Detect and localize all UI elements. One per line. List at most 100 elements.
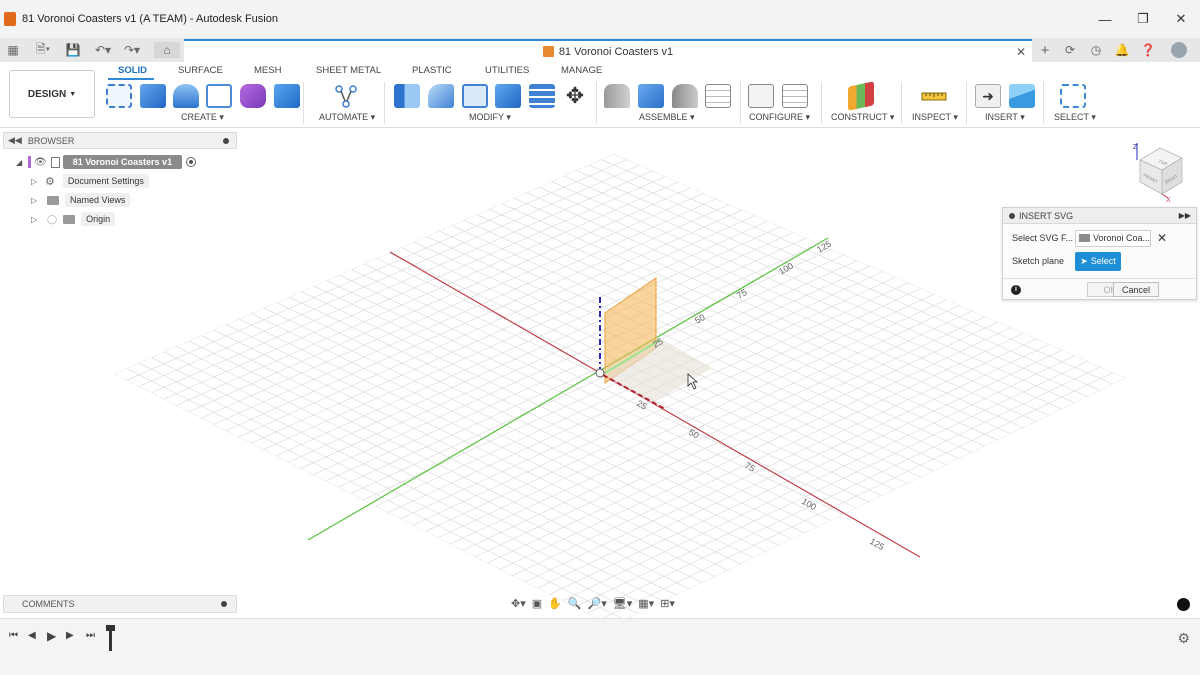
move-icon[interactable]: ✥ [562,83,588,108]
browser-root-item[interactable]: ◢ 👁 81 Voronoi Coasters v1 [16,154,197,170]
joint-icon[interactable] [638,84,664,108]
group-construct[interactable]: CONSTRUCT ▾ [831,112,894,123]
form-icon[interactable] [240,84,266,108]
sweep-icon[interactable] [206,84,232,108]
zoom-icon[interactable]: 🔍 [568,596,582,610]
user-avatar[interactable] [1170,42,1188,58]
origin-point[interactable] [595,368,605,378]
clear-file-icon[interactable]: ✕ [1157,231,1167,245]
new-component-icon[interactable] [604,84,630,108]
viewports-icon[interactable]: ⊞▾ [660,596,675,610]
orbit-icon[interactable]: ✥▾ [511,596,526,610]
tab-mesh[interactable]: MESH [254,65,281,76]
automate-icon[interactable] [333,84,359,108]
create-sketch-icon[interactable] [106,84,132,108]
expand-dialog-icon[interactable]: ▶▶ [1179,211,1191,220]
cancel-button[interactable]: Cancel [1113,282,1159,297]
browser-item-origin[interactable]: ▷ ◯ Origin [31,211,116,227]
tab-surface[interactable]: SURFACE [178,65,223,76]
group-configure[interactable]: CONFIGURE ▾ [749,112,810,123]
3d-viewport[interactable]: 125 100 75 50 25 25 50 75 100 125 [0,128,1200,626]
activate-radio-icon[interactable] [186,157,197,167]
dialog-pin-icon[interactable] [1009,212,1015,219]
comments-pin-icon[interactable] [221,601,227,607]
timeline-settings-gear-icon[interactable]: ⚙ [1177,630,1190,647]
info-icon[interactable]: i [1011,284,1021,295]
group-assemble[interactable]: ASSEMBLE ▾ [639,112,695,123]
view-cube[interactable]: TOP FRONT RIGHT Z X [1130,140,1190,204]
file-menu-icon[interactable]: 🗎▾ [32,42,54,58]
box-icon[interactable] [274,84,300,108]
expand-triangle-icon[interactable]: ▷ [31,196,41,205]
close-icon[interactable]: ✕ [1016,45,1026,59]
go-to-end-icon[interactable]: ⏭ [86,630,95,641]
group-create[interactable]: CREATE ▾ [181,112,224,123]
eye-hidden-icon[interactable]: ◯ [47,214,57,225]
workspace-switcher[interactable]: DESIGN ▼ [9,70,95,118]
bill-of-materials-icon[interactable] [705,84,731,108]
svg-file-field[interactable]: Voronoi Coa... [1075,229,1151,247]
undo-icon[interactable]: ↶▾ [92,42,114,58]
camera-icon[interactable] [1177,598,1190,611]
as-built-joint-icon[interactable] [672,84,698,108]
play-icon[interactable]: ▶ [47,629,56,643]
help-icon[interactable]: ❓ [1140,42,1156,58]
group-insert[interactable]: INSERT ▾ [985,112,1025,123]
insert-derive-icon[interactable]: ➜ [975,84,1001,108]
viewport-canvas[interactable]: 125 100 75 50 25 25 50 75 100 125 [0,128,1200,626]
redo-icon[interactable]: ↷▾ [121,42,143,58]
split-body-icon[interactable] [529,84,555,108]
close-window-icon[interactable]: ✕ [1162,0,1200,38]
expand-triangle-icon[interactable]: ▷ [31,177,41,186]
fillet-icon[interactable] [428,84,454,108]
tab-plastic[interactable]: PLASTIC [412,65,452,76]
window-select-icon[interactable] [1060,84,1086,108]
go-to-start-icon[interactable]: ⏮ [9,630,18,641]
grid-settings-icon[interactable]: ▦▾ [638,596,654,610]
expand-triangle-icon[interactable]: ▷ [31,215,41,224]
shell-icon[interactable] [462,84,488,108]
tab-utilities[interactable]: UTILITIES [485,65,529,76]
browser-pin-icon[interactable] [223,137,229,144]
insert-canvas-icon[interactable] [1009,84,1035,108]
browser-item-document-settings[interactable]: ▷ ⚙ Document Settings [31,173,149,189]
select-plane-button[interactable]: ➤ Select [1075,251,1121,271]
document-tab[interactable]: 81 Voronoi Coasters v1 ✕ [184,39,1032,62]
eye-visibility-icon[interactable]: 👁 [34,157,47,168]
step-forward-icon[interactable]: ▶ [66,630,74,641]
comments-panel[interactable]: COMMENTS [3,595,237,613]
browser-item-named-views[interactable]: ▷ Named Views [31,192,131,208]
new-tab-plus-icon[interactable]: + [1036,42,1054,59]
tab-sheet-metal[interactable]: SHEET METAL [316,65,381,76]
measure-icon[interactable] [921,84,947,108]
extrude-icon[interactable] [140,84,166,108]
step-back-icon[interactable]: ◀ [28,630,36,641]
configuration-table-icon[interactable] [782,84,808,108]
notifications-bell-icon[interactable]: 🔔 [1114,42,1130,58]
save-icon[interactable]: 💾 [66,42,81,58]
browser-panel-header[interactable]: ◀◀ BROWSER [3,132,237,149]
display-settings-icon[interactable]: 🖥▾ [613,596,633,610]
extensions-icon[interactable]: ⟳ [1062,42,1078,58]
group-automate[interactable]: AUTOMATE ▾ [319,112,375,123]
collapse-browser-icon[interactable]: ◀◀ [8,135,22,146]
offset-plane-icon[interactable] [848,81,874,111]
group-modify[interactable]: MODIFY ▾ [469,112,511,123]
combine-icon[interactable] [495,84,521,108]
home-icon[interactable]: ⌂ [154,42,180,58]
look-at-icon[interactable]: ▣ [532,596,542,610]
data-panel-grid-icon[interactable]: ▦ [6,42,20,58]
pan-hand-icon[interactable]: ✋ [548,596,562,610]
dialog-header[interactable]: INSERT SVG ▶▶ [1003,208,1196,224]
tab-solid[interactable]: SOLID [118,65,147,76]
minimize-icon[interactable]: — [1086,0,1124,38]
press-pull-icon[interactable] [394,84,420,108]
job-status-icon[interactable]: ◷ [1088,42,1104,58]
restore-icon[interactable]: ❐ [1124,0,1162,38]
group-select[interactable]: SELECT ▾ [1054,112,1096,123]
fit-zoom-icon[interactable]: 🔎▾ [588,596,607,610]
timeline-marker[interactable] [106,625,115,651]
tab-manage[interactable]: MANAGE [561,65,602,76]
expand-triangle-icon[interactable]: ◢ [16,158,26,167]
group-inspect[interactable]: INSPECT ▾ [912,112,958,123]
